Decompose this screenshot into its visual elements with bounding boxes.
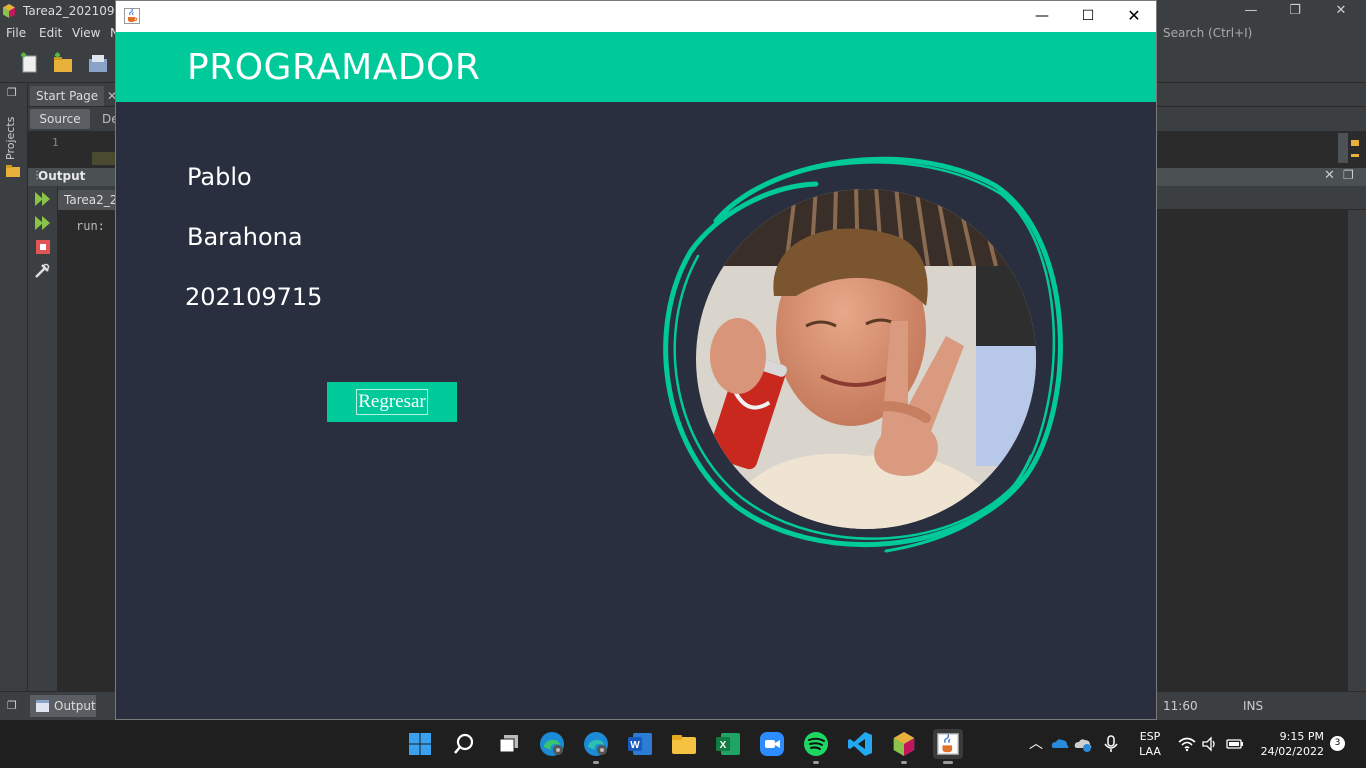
edge-icon	[540, 732, 564, 756]
netbeans-button[interactable]	[889, 729, 919, 759]
speaker-icon[interactable]	[1201, 735, 1219, 753]
warning-marker[interactable]	[1351, 154, 1359, 157]
svg-text:W: W	[630, 740, 640, 751]
task-view-icon	[499, 735, 518, 753]
edge-dev-icon	[584, 732, 608, 756]
insert-mode: INS	[1243, 699, 1264, 713]
source-button[interactable]: Source	[30, 109, 90, 129]
search-icon	[454, 733, 474, 754]
close-icon[interactable]: ✕	[1324, 168, 1335, 183]
task-view-button[interactable]	[494, 729, 524, 759]
netbeans-logo-icon	[3, 4, 15, 18]
warning-marker[interactable]	[1351, 140, 1359, 146]
new-file-icon[interactable]	[18, 52, 40, 74]
running-indicator	[813, 761, 819, 764]
windows-start-button[interactable]	[405, 729, 435, 759]
app-close-button[interactable]: ✕	[1111, 1, 1157, 31]
status-output-label: Output	[54, 699, 96, 713]
wifi-icon[interactable]	[1178, 735, 1196, 753]
status-output-button[interactable]: Output	[30, 695, 96, 717]
netbeans-icon	[893, 732, 915, 756]
language-indicator[interactable]: ESP LAA	[1137, 729, 1163, 759]
projects-tab[interactable]: Projects	[4, 117, 17, 160]
settings-icon[interactable]	[34, 263, 52, 279]
rerun-icon[interactable]	[34, 191, 52, 207]
output-window-icon	[36, 700, 49, 712]
notification-badge[interactable]: 3	[1330, 736, 1345, 751]
back-button-label: Regresar	[356, 389, 428, 415]
zoom-icon	[760, 732, 784, 756]
app-maximize-button[interactable]: ☐	[1065, 1, 1111, 31]
folder-icon	[672, 735, 696, 754]
files-icon[interactable]	[5, 164, 21, 178]
language-code: ESP	[1139, 730, 1161, 743]
edge-dev-button[interactable]	[581, 729, 611, 759]
running-indicator	[901, 761, 907, 764]
editor-scrollbar[interactable]	[1338, 133, 1348, 163]
java-app-button[interactable]	[933, 729, 963, 759]
student-id-label: 202109715	[185, 283, 323, 311]
ide-close-button[interactable]: ✕	[1318, 0, 1364, 23]
java-cup-icon	[937, 733, 959, 755]
running-indicator	[943, 761, 953, 764]
back-button[interactable]: Regresar	[327, 382, 457, 422]
restore-window-icon[interactable]: ❐	[7, 86, 17, 99]
ide-minimize-button[interactable]: —	[1228, 0, 1274, 23]
menu-view[interactable]: View	[72, 26, 100, 40]
profile-photo	[663, 156, 1063, 553]
windows-logo-icon	[409, 733, 431, 755]
stop-icon[interactable]	[34, 239, 52, 255]
output-sidebar	[28, 186, 58, 691]
console-text: run:	[76, 219, 105, 233]
chevron-up-icon[interactable]: ︿	[1029, 733, 1043, 753]
ide-restore-button[interactable]: ❐	[1272, 0, 1318, 23]
tab-start-page[interactable]: Start Page	[30, 86, 105, 106]
java-cup-icon	[124, 8, 140, 24]
tab-output-run[interactable]: Tarea2_2	[58, 190, 124, 210]
svg-text:X: X	[720, 740, 727, 751]
battery-icon[interactable]	[1226, 735, 1244, 753]
menu-edit[interactable]: Edit	[39, 26, 62, 40]
rerun-with-args-icon[interactable]	[34, 215, 52, 231]
folded-code-marker[interactable]	[92, 152, 116, 165]
ide-search-input[interactable]: Search (Ctrl+I)	[1160, 24, 1360, 43]
word-icon: W	[628, 733, 652, 755]
zoom-button[interactable]	[757, 729, 787, 759]
edge-button[interactable]	[537, 729, 567, 759]
word-button[interactable]: W	[625, 729, 655, 759]
app-window: — ☐ ✕ PROGRAMADOR Pablo Barahona 2021097…	[115, 0, 1157, 720]
clock[interactable]: 9:15 PM 24/02/2022	[1252, 729, 1324, 759]
first-name-label: Pablo	[187, 163, 252, 191]
clock-time: 9:15 PM	[1279, 730, 1324, 743]
excel-icon: X	[716, 733, 740, 755]
restore-window-icon[interactable]: ❐	[1343, 168, 1354, 182]
output-title: Output	[38, 169, 86, 183]
app-minimize-button[interactable]: —	[1019, 1, 1065, 31]
clock-date: 24/02/2022	[1260, 745, 1324, 758]
line-number: 1	[52, 136, 59, 149]
microphone-icon[interactable]	[1102, 735, 1120, 753]
vscode-icon	[848, 732, 872, 756]
keyboard-layout: LAA	[1139, 745, 1161, 758]
last-name-label: Barahona	[187, 223, 303, 251]
new-project-icon[interactable]	[52, 52, 74, 74]
output-scrollbar[interactable]	[1348, 210, 1366, 691]
running-indicator	[593, 761, 599, 764]
app-header: PROGRAMADOR	[116, 32, 1156, 102]
file-explorer-button[interactable]	[669, 729, 699, 759]
search-button[interactable]	[449, 729, 479, 759]
ide-window-title: Tarea2_20210971	[23, 4, 130, 18]
excel-button[interactable]: X	[713, 729, 743, 759]
vscode-button[interactable]	[845, 729, 875, 759]
spotify-button[interactable]	[801, 729, 831, 759]
page-title: PROGRAMADOR	[187, 47, 481, 88]
cursor-position: 11:60	[1163, 699, 1198, 713]
onedrive-sync-icon[interactable]	[1074, 735, 1092, 753]
menu-file[interactable]: File	[6, 26, 26, 40]
spotify-icon	[804, 732, 828, 756]
open-project-icon[interactable]	[87, 52, 109, 74]
restore-window-icon[interactable]: ❐	[7, 699, 17, 712]
app-titlebar: — ☐ ✕	[116, 1, 1156, 32]
onedrive-icon[interactable]	[1051, 735, 1069, 753]
